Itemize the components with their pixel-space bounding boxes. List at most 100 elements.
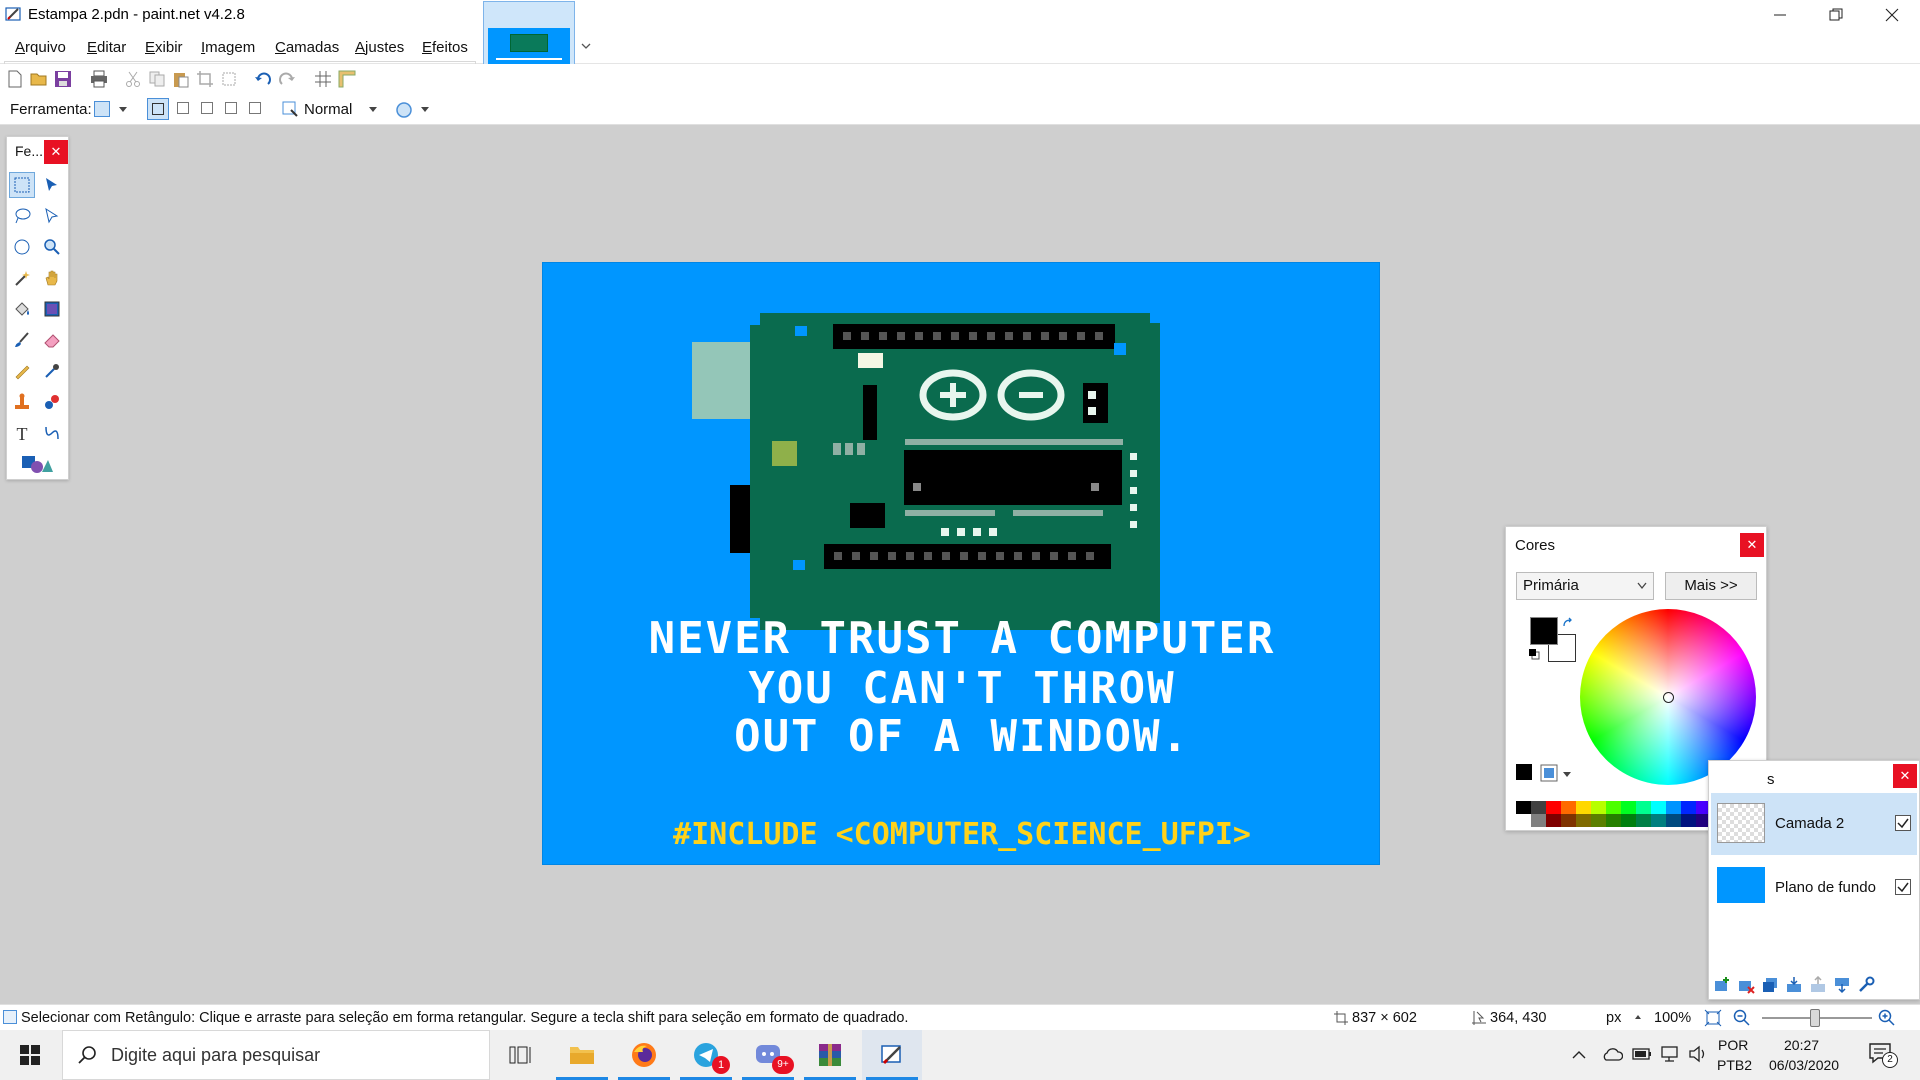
current-tool-indicator[interactable] (94, 101, 110, 117)
crop-button[interactable] (194, 68, 216, 90)
close-tools-panel-button[interactable]: ✕ (44, 140, 68, 164)
clock-time[interactable]: 20:27 (1784, 1037, 1819, 1053)
move-layer-up-icon[interactable] (1809, 976, 1827, 994)
color-wheel[interactable] (1580, 609, 1756, 785)
palette-swatch[interactable] (1681, 801, 1696, 814)
palette-swatch[interactable] (1591, 814, 1606, 827)
layer-row[interactable]: Plano de fundo (1711, 857, 1917, 919)
lasso-select-tool[interactable] (9, 203, 35, 229)
minimize-button[interactable] (1752, 0, 1808, 30)
shapes-tool[interactable] (19, 451, 55, 477)
palette-swatch[interactable] (1666, 814, 1681, 827)
battery-icon[interactable] (1632, 1046, 1652, 1062)
zoom-out-icon[interactable] (1733, 1009, 1751, 1027)
layer-properties-icon[interactable] (1857, 976, 1875, 994)
palette-swatch[interactable] (1666, 801, 1681, 814)
add-to-palette-button[interactable] (1516, 764, 1532, 780)
taskbar-search-box[interactable]: Digite aqui para pesquisar (62, 1030, 490, 1080)
cut-button[interactable] (122, 68, 144, 90)
start-button[interactable] (0, 1030, 60, 1080)
move-selected-pixels-tool[interactable] (39, 172, 65, 198)
paintbrush-tool[interactable] (9, 327, 35, 353)
palette-swatch[interactable] (1576, 814, 1591, 827)
text-tool[interactable]: T (9, 420, 35, 446)
notification-center-button[interactable]: 2 (1868, 1042, 1898, 1068)
rulers-button[interactable] (336, 68, 358, 90)
palette-swatch[interactable] (1531, 801, 1546, 814)
palette-menu-icon[interactable] (1540, 764, 1558, 782)
magic-wand-tool[interactable] (9, 265, 35, 291)
rectangle-select-tool[interactable] (9, 172, 35, 198)
menu-efeitos[interactable]: Efeitos (422, 39, 468, 56)
duplicate-layer-icon[interactable] (1761, 976, 1779, 994)
copy-button[interactable] (146, 68, 168, 90)
palette-swatch[interactable] (1681, 814, 1696, 827)
palette-swatch[interactable] (1546, 814, 1561, 827)
add-layer-icon[interactable] (1713, 976, 1731, 994)
palette-swatch[interactable] (1636, 801, 1651, 814)
ellipse-select-tool[interactable] (9, 234, 35, 260)
show-hidden-icons-chevron-icon[interactable] (1572, 1050, 1586, 1060)
palette-swatch[interactable] (1576, 801, 1591, 814)
file-explorer-taskbar-button[interactable] (552, 1030, 612, 1080)
palette-swatch[interactable] (1651, 814, 1666, 827)
recolor-tool[interactable] (39, 389, 65, 415)
menu-camadas[interactable]: Camadas (275, 39, 339, 56)
clone-stamp-tool[interactable] (9, 389, 35, 415)
paintnet-taskbar-button[interactable] (862, 1030, 922, 1080)
palette-swatch[interactable] (1546, 801, 1561, 814)
firefox-taskbar-button[interactable] (614, 1030, 674, 1080)
redo-button[interactable] (276, 68, 298, 90)
palette-swatch[interactable] (1621, 801, 1636, 814)
close-colors-panel-button[interactable]: ✕ (1740, 533, 1764, 557)
units-select[interactable]: px (1606, 1010, 1621, 1026)
palette-swatch[interactable] (1561, 801, 1576, 814)
selection-mode-invert[interactable] (245, 98, 267, 120)
gradient-tool[interactable] (39, 296, 65, 322)
zoom-level[interactable]: 100% (1654, 1010, 1691, 1026)
task-view-button[interactable] (490, 1030, 550, 1080)
open-file-button[interactable] (28, 68, 50, 90)
color-picker-tool[interactable] (39, 358, 65, 384)
line-curve-tool[interactable] (39, 420, 65, 446)
primary-color-swatch[interactable] (1530, 617, 1558, 645)
reset-colors-icon[interactable] (1528, 648, 1540, 660)
palette-swatch[interactable] (1531, 814, 1546, 827)
input-language[interactable]: POR (1718, 1037, 1748, 1053)
menu-exibir[interactable]: Exibir (145, 39, 183, 56)
undo-button[interactable] (252, 68, 274, 90)
chevron-down-icon[interactable] (118, 106, 128, 114)
discord-taskbar-button[interactable]: 9+ (738, 1030, 798, 1080)
chevron-down-icon[interactable] (1562, 771, 1572, 779)
eraser-tool[interactable] (39, 327, 65, 353)
palette-swatch[interactable] (1621, 814, 1636, 827)
chevron-down-icon[interactable] (580, 40, 592, 52)
paint-bucket-tool[interactable] (9, 296, 35, 322)
telegram-taskbar-button[interactable]: 1 (676, 1030, 736, 1080)
restore-button[interactable] (1808, 0, 1864, 30)
grid-button[interactable] (312, 68, 334, 90)
zoom-to-window-icon[interactable] (1704, 1009, 1722, 1027)
paste-button[interactable] (170, 68, 192, 90)
layer-visibility-checkbox[interactable] (1895, 815, 1911, 831)
move-layer-down-icon[interactable] (1833, 976, 1851, 994)
new-file-button[interactable] (4, 68, 26, 90)
layer-row[interactable]: Camada 2 (1711, 793, 1917, 855)
winrar-taskbar-button[interactable] (800, 1030, 860, 1080)
menu-ajustes[interactable]: Ajustes (355, 39, 404, 56)
palette-swatch[interactable] (1606, 814, 1621, 827)
menu-editar[interactable]: Editar (87, 39, 126, 56)
pan-tool[interactable] (39, 265, 65, 291)
palette-swatch[interactable] (1516, 814, 1531, 827)
pencil-tool[interactable] (9, 358, 35, 384)
zoom-in-icon[interactable] (1878, 1009, 1896, 1027)
image-canvas[interactable]: NEVER TRUST A COMPUTER YOU CAN'T THROW O… (542, 262, 1380, 865)
palette-swatch[interactable] (1651, 801, 1666, 814)
keyboard-layout[interactable]: PTB2 (1717, 1057, 1752, 1073)
network-icon[interactable] (1660, 1045, 1680, 1063)
delete-layer-icon[interactable] (1737, 976, 1755, 994)
selection-mode-intersect[interactable] (221, 98, 243, 120)
layer-visibility-checkbox[interactable] (1895, 879, 1911, 895)
swap-colors-icon[interactable] (1562, 617, 1574, 629)
volume-icon[interactable] (1688, 1045, 1708, 1063)
